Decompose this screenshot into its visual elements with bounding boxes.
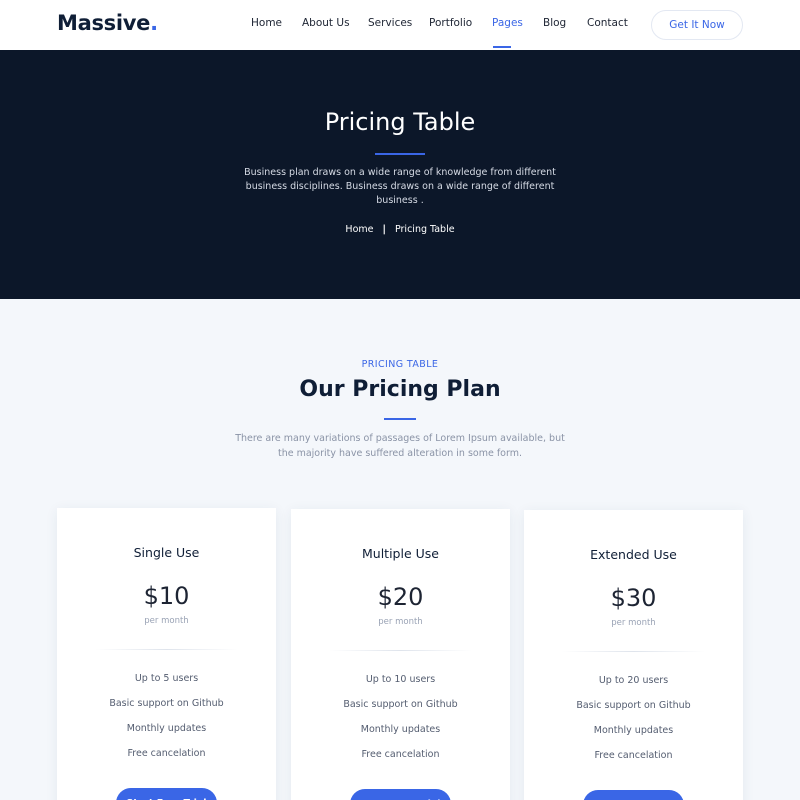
card-divider xyxy=(95,649,238,650)
feature-item: Basic support on Github xyxy=(343,699,458,710)
section-description: There are many variations of passages of… xyxy=(235,433,565,459)
plan-period: per month xyxy=(378,617,423,627)
feature-list: Up to 10 users Basic support on Github M… xyxy=(291,674,510,774)
feature-item: Basic support on Github xyxy=(109,698,224,709)
plan-price: $20 xyxy=(377,583,424,611)
start-trial-button[interactable]: Start Free Trial xyxy=(350,789,451,800)
breadcrumb-separator: | xyxy=(382,224,386,235)
breadcrumb-home-link[interactable]: Home xyxy=(345,224,373,235)
plan-price: $30 xyxy=(610,584,657,612)
plan-name: Multiple Use xyxy=(362,546,439,561)
nav-services[interactable]: Services xyxy=(368,17,412,29)
nav-blog[interactable]: Blog xyxy=(543,17,566,29)
card-divider xyxy=(562,651,705,652)
plan-period: per month xyxy=(144,616,189,626)
feature-item: Up to 10 users xyxy=(365,674,436,685)
nav-home[interactable]: Home xyxy=(251,17,282,29)
feature-item: Monthly updates xyxy=(360,724,441,735)
plan-period: per month xyxy=(611,618,656,628)
plan-name: Extended Use xyxy=(590,547,677,562)
get-it-now-button[interactable]: Get It Now xyxy=(651,10,743,40)
feature-item: Up to 5 users xyxy=(134,673,199,684)
start-trial-button[interactable]: Start Free Trial xyxy=(116,788,217,800)
plan-name: Single Use xyxy=(133,545,200,560)
nav-contact[interactable]: Contact xyxy=(587,17,628,29)
plan-price: $10 xyxy=(143,582,190,610)
feature-item: Free cancelation xyxy=(127,748,206,759)
feature-item: Basic support on Github xyxy=(576,700,691,711)
card-divider xyxy=(329,650,472,651)
hero-description: Business plan draws on a wide range of k… xyxy=(244,167,556,206)
title-divider xyxy=(375,153,425,155)
section-title: Our Pricing Plan xyxy=(299,377,501,402)
feature-list: Up to 5 users Basic support on Github Mo… xyxy=(57,673,276,773)
active-nav-indicator xyxy=(493,46,511,48)
section-divider xyxy=(384,418,416,420)
hero-banner: Pricing Table Business plan draws on a w… xyxy=(0,50,800,299)
pricing-card-multiple: Multiple Use $20 per month Up to 10 user… xyxy=(291,509,510,800)
pricing-card-extended: Extended Use $30 per month Up to 20 user… xyxy=(524,510,743,800)
section-eyebrow: PRICING TABLE xyxy=(361,359,439,370)
nav-pages[interactable]: Pages xyxy=(492,17,523,29)
feature-item: Monthly updates xyxy=(593,725,674,736)
start-trial-button[interactable]: Start Free Trial xyxy=(583,790,684,800)
feature-item: Free cancelation xyxy=(594,750,673,761)
site-header: Massive. Home About Us Services Portfoli… xyxy=(0,0,800,50)
feature-item: Free cancelation xyxy=(361,749,440,760)
feature-item: Monthly updates xyxy=(126,723,207,734)
feature-item: Up to 20 users xyxy=(598,675,669,686)
feature-list: Up to 20 users Basic support on Github M… xyxy=(524,675,743,775)
breadcrumb-current: Pricing Table xyxy=(394,224,455,235)
breadcrumb: Home | Pricing Table xyxy=(0,224,800,235)
nav-portfolio[interactable]: Portfolio xyxy=(429,17,472,29)
pricing-card-single: Single Use $10 per month Up to 5 users B… xyxy=(57,508,276,800)
page-title: Pricing Table xyxy=(324,108,476,136)
nav-about-us[interactable]: About Us xyxy=(302,17,350,29)
